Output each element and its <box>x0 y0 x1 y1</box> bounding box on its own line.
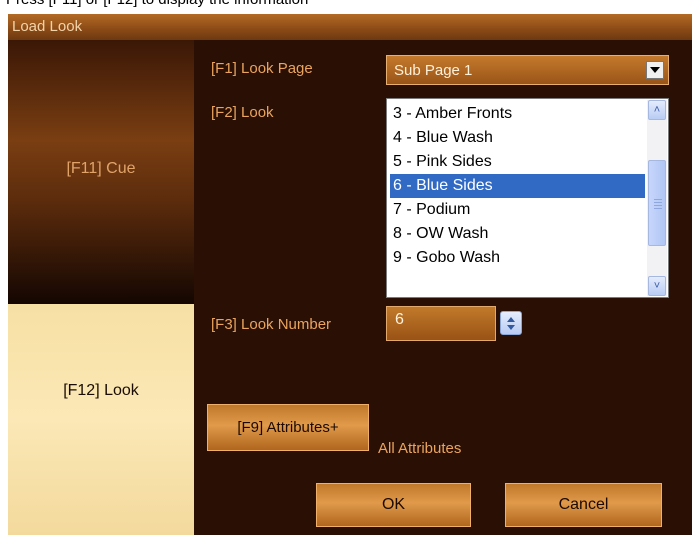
attributes-summary: All Attributes <box>378 440 462 457</box>
look-list-label: [F2] Look <box>211 104 274 121</box>
list-item[interactable]: 4 - Blue Wash <box>390 126 645 150</box>
list-scrollbar[interactable]: ˄ ˅ <box>647 100 667 296</box>
dialog-title: Load Look <box>12 18 83 35</box>
look-number-input[interactable]: 6 <box>386 306 496 341</box>
look-button[interactable]: [F12] Look <box>8 304 194 535</box>
scroll-up-icon[interactable]: ˄ <box>648 100 666 120</box>
attributes-button[interactable]: [F9] Attributes+ <box>207 404 369 451</box>
look-page-dropdown[interactable]: Sub Page 1 <box>386 55 669 85</box>
look-page-label: [F1] Look Page <box>211 60 313 77</box>
title-bar: Load Look <box>8 14 692 40</box>
look-page-value: Sub Page 1 <box>394 62 473 79</box>
chevron-down-icon[interactable] <box>646 61 664 79</box>
list-item[interactable]: 9 - Gobo Wash <box>390 246 645 270</box>
list-item[interactable]: 7 - Podium <box>390 198 645 222</box>
top-caption: Press [F11] or [F12] to display the info… <box>0 0 692 14</box>
load-look-dialog: Load Look [F11] Cue [F12] Look [F1] Look… <box>8 14 692 535</box>
list-item[interactable]: 3 - Amber Fronts <box>390 102 645 126</box>
scroll-thumb[interactable] <box>648 160 666 246</box>
cue-button[interactable]: [F11] Cue <box>8 40 194 304</box>
look-number-value: 6 <box>395 311 404 328</box>
look-button-label: [F12] Look <box>63 381 139 399</box>
cancel-button[interactable]: Cancel <box>505 483 662 527</box>
look-number-label: [F3] Look Number <box>211 316 332 333</box>
scroll-down-icon[interactable]: ˅ <box>648 276 666 296</box>
ok-button[interactable]: OK <box>316 483 471 527</box>
spin-updown-icon[interactable] <box>500 311 522 335</box>
list-item[interactable]: 5 - Pink Sides <box>390 150 645 174</box>
cue-button-label: [F11] Cue <box>66 160 136 177</box>
list-item[interactable]: 8 - OW Wash <box>390 222 645 246</box>
list-item-selected[interactable]: 6 - Blue Sides <box>390 174 645 198</box>
look-listbox[interactable]: 3 - Amber Fronts 4 - Blue Wash 5 - Pink … <box>386 98 669 298</box>
